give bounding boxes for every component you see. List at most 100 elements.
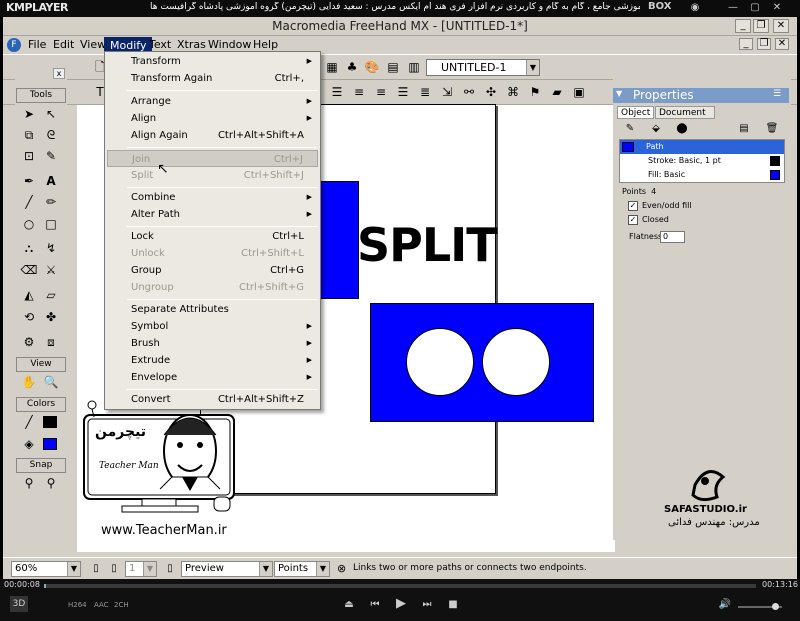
menuitem-lock[interactable]: Lock Ctrl+L: [107, 228, 318, 245]
toolbox-close-icon[interactable]: x: [53, 68, 65, 79]
split-text-object[interactable]: SPLIT: [357, 218, 498, 272]
tab-document[interactable]: Document: [655, 106, 715, 119]
closed-checkbox[interactable]: ✓: [628, 215, 638, 225]
evenodd-checkbox[interactable]: ✓: [628, 201, 638, 211]
hand-tool-icon[interactable]: ✋: [19, 373, 39, 391]
align-text-icon[interactable]: ≣: [416, 83, 434, 101]
justify-icon[interactable]: ☰: [394, 83, 412, 101]
page-number-field[interactable]: 1 ▼: [125, 561, 157, 577]
menuitem-combine[interactable]: Combine ▶: [107, 189, 318, 206]
quality-2ch[interactable]: 2CH: [114, 601, 129, 609]
page-prev-icon[interactable]: ▯: [87, 560, 105, 578]
blue-rectangle-with-holes[interactable]: [370, 303, 594, 422]
chevron-down-icon[interactable]: ▼: [259, 562, 272, 576]
add-fill-icon[interactable]: ⬙: [647, 120, 665, 138]
menuitem-group[interactable]: Group Ctrl+G: [107, 262, 318, 279]
swatches-icon[interactable]: 🎨: [363, 58, 381, 76]
menuitem-symbol[interactable]: Symbol ▶: [107, 318, 318, 335]
chevron-down-icon[interactable]: ▼: [526, 60, 539, 75]
doc-close-button[interactable]: ✕: [775, 38, 789, 50]
prop-row-path[interactable]: Path: [620, 140, 784, 154]
doc-minimize-button[interactable]: _: [739, 38, 753, 50]
text-editor-icon[interactable]: ▰: [548, 83, 566, 101]
menuitem-alter-path[interactable]: Alter Path ▶: [107, 206, 318, 223]
menuitem-align[interactable]: Align ▶: [107, 110, 318, 127]
styles-icon[interactable]: ▤: [384, 58, 402, 76]
rotate-tool-icon[interactable]: ⟲: [19, 308, 39, 326]
pointer-tool-icon[interactable]: ➤: [19, 105, 39, 123]
skew-tool-icon[interactable]: ▱: [41, 286, 61, 304]
menuitem-arrange[interactable]: Arrange ▶: [107, 93, 318, 110]
eject-icon[interactable]: ⏏: [340, 599, 358, 610]
scale-tool-icon[interactable]: ⊡: [19, 147, 39, 165]
menuitem-extrude[interactable]: Extrude ▶: [107, 352, 318, 369]
panel-options-icon[interactable]: ☰: [773, 89, 781, 99]
menuitem-ungroup[interactable]: Ungroup Ctrl+Shift+G: [107, 279, 318, 296]
link-icon[interactable]: ⚯: [460, 83, 478, 101]
stroke-color-icon[interactable]: ╱: [19, 413, 39, 431]
attach-to-path-icon[interactable]: ✣: [482, 83, 500, 101]
menuitem-separate-attributes[interactable]: Separate Attributes: [107, 301, 318, 318]
view-mode-select[interactable]: Preview ▼: [181, 561, 273, 577]
chevron-down-icon[interactable]: ▼: [316, 562, 329, 576]
align-right-icon[interactable]: ≡: [372, 83, 390, 101]
freeform-tool-icon[interactable]: ↯: [41, 239, 61, 257]
trace-tool-icon[interactable]: ⛬: [19, 239, 39, 257]
fill-swatch[interactable]: [770, 170, 780, 180]
volume-handle[interactable]: [772, 603, 779, 610]
delete-item-icon[interactable]: 🗑: [763, 120, 781, 138]
stop-icon[interactable]: ■: [444, 599, 462, 610]
zoom-tool-icon[interactable]: 🔍: [41, 373, 61, 391]
fill-color-icon[interactable]: ◈: [19, 435, 39, 453]
3d-mode-icon[interactable]: 3D: [10, 596, 28, 612]
add-stroke-icon[interactable]: ✎: [621, 120, 639, 138]
text-tool-icon[interactable]: A: [41, 172, 61, 190]
align-left-icon[interactable]: ☰: [328, 83, 346, 101]
player-pin-icon[interactable]: ◉: [688, 2, 702, 14]
quality-aac[interactable]: AAC: [94, 601, 109, 609]
stroke-color-swatch[interactable]: [43, 416, 57, 428]
units-select[interactable]: Points ▼: [274, 561, 330, 577]
menuitem-transform[interactable]: Transform ▶: [107, 53, 318, 70]
rectangle-tool-icon[interactable]: □: [41, 215, 61, 233]
line-tool-icon[interactable]: ╱: [19, 193, 39, 211]
duplicate-item-icon[interactable]: ▤: [735, 120, 753, 138]
ellipse-tool-icon[interactable]: ○: [19, 215, 39, 233]
snap-off-icon[interactable]: ⚲: [41, 474, 61, 492]
app-close-button[interactable]: ✕: [773, 19, 789, 33]
prop-row-fill[interactable]: Fill: Basic: [620, 168, 784, 182]
eraser-tool-icon[interactable]: ⌫: [19, 261, 39, 279]
layers-icon[interactable]: ▥: [405, 58, 423, 76]
player-close-icon[interactable]: ✕: [770, 2, 784, 14]
pencil-tool-icon[interactable]: ✏: [41, 193, 61, 211]
prop-row-stroke[interactable]: Stroke: Basic, 1 pt: [620, 154, 784, 168]
app-icon[interactable]: F: [7, 38, 21, 52]
cancel-render-icon[interactable]: ⊗: [337, 562, 346, 575]
library-icon[interactable]: ▦: [323, 58, 341, 76]
app-minimize-button[interactable]: _: [735, 19, 751, 33]
menuitem-envelope[interactable]: Envelope ▶: [107, 369, 318, 386]
doc-restore-button[interactable]: ❐: [757, 38, 771, 50]
knife-tool-icon[interactable]: ⚔: [41, 261, 61, 279]
run-around-icon[interactable]: ▣: [570, 83, 588, 101]
convert-to-paths-icon[interactable]: ⌘: [504, 83, 522, 101]
menuitem-brush[interactable]: Brush ▶: [107, 335, 318, 352]
snap-on-icon[interactable]: ⚲: [19, 474, 39, 492]
stroke-swatch[interactable]: [770, 156, 780, 166]
menuitem-split[interactable]: Split Ctrl+Shift+J: [107, 167, 318, 184]
collapse-arrow-icon[interactable]: ▼: [616, 89, 622, 98]
page-tool-icon[interactable]: ⧉: [19, 126, 39, 144]
zoom-select[interactable]: 60% ▼: [11, 561, 81, 577]
menuitem-transform-again[interactable]: Transform Again Ctrl+,: [107, 70, 318, 87]
play-icon[interactable]: ▶: [392, 596, 410, 611]
align-center-icon[interactable]: ≡: [350, 83, 368, 101]
spell-check-icon[interactable]: ⚑: [526, 83, 544, 101]
eyedropper-tool-icon[interactable]: ✎: [41, 147, 61, 165]
graphic-hose-icon[interactable]: ✤: [41, 308, 61, 326]
connector-tool-icon[interactable]: ⧈: [41, 333, 61, 351]
pen-tool-icon[interactable]: ✒: [19, 172, 39, 190]
menuitem-join[interactable]: Join Ctrl+J: [107, 150, 318, 167]
seek-bar[interactable]: [44, 584, 756, 588]
chevron-down-icon[interactable]: ▼: [143, 562, 156, 576]
player-minimize-icon[interactable]: —: [726, 2, 740, 14]
